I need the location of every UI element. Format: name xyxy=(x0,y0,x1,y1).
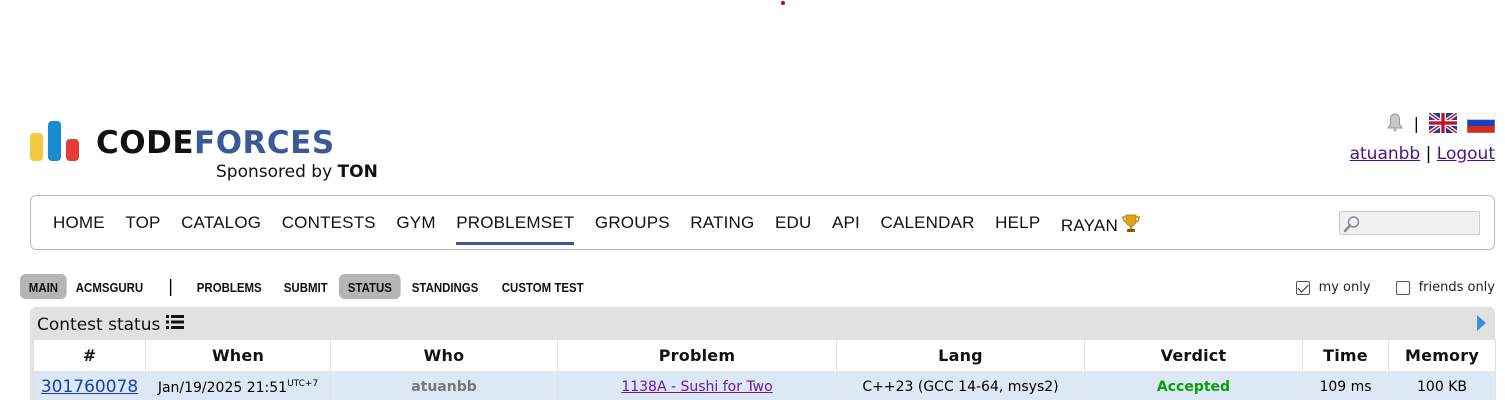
sponsored-by-text: Sponsored by xyxy=(216,162,333,182)
english-flag-icon[interactable] xyxy=(1429,113,1457,133)
submenu-separator: | xyxy=(167,276,174,297)
submenu-status[interactable]: STATUS xyxy=(339,274,401,299)
submenu-problems[interactable]: PROBLEMS xyxy=(188,274,270,299)
menu-catalog[interactable]: CATALOG xyxy=(181,213,261,238)
friends-only-filter[interactable]: friends only xyxy=(1395,280,1495,295)
sponsor-name: TON xyxy=(337,162,378,182)
menu-api[interactable]: API xyxy=(832,213,860,238)
col-verdict-header: Verdict xyxy=(1085,340,1302,371)
trophy-icon xyxy=(1121,213,1141,238)
contest-status-title: Contest status xyxy=(37,314,161,335)
red-dot xyxy=(781,1,785,5)
arrow-right-icon[interactable] xyxy=(1477,315,1486,331)
second-level-menu: MAIN ACMSGURU | PROBLEMS SUBMIT STATUS S… xyxy=(20,274,600,299)
menu-help[interactable]: HELP xyxy=(995,213,1040,238)
menu-top[interactable]: TOP xyxy=(125,213,160,238)
search-input[interactable] xyxy=(1339,211,1480,235)
col-id-header: # xyxy=(34,340,145,371)
menu-contests[interactable]: CONTESTS xyxy=(282,213,376,238)
icons-separator: | xyxy=(1413,113,1419,133)
problem-cell: 1138A - Sushi for Two xyxy=(558,372,836,400)
timezone-label: UTC+7 xyxy=(287,378,319,389)
my-only-label: my only xyxy=(1318,280,1371,295)
menu-rayan[interactable]: RAYAN xyxy=(1061,213,1141,238)
search-icon xyxy=(1343,215,1361,237)
friends-only-label: friends only xyxy=(1418,280,1495,295)
table-row: 301760078 Jan/19/2025 21:51UTC+7 atuanbb… xyxy=(34,372,1495,400)
col-lang-header: Lang xyxy=(837,340,1084,371)
codeforces-logo[interactable]: CODEFORCES Sponsored by TON xyxy=(30,121,390,183)
status-table: # When Who Problem Lang Verdict Time Mem… xyxy=(33,339,1496,400)
who-cell[interactable]: atuanbb xyxy=(331,372,557,400)
table-header-row: # When Who Problem Lang Verdict Time Mem… xyxy=(34,340,1495,371)
menu-edu[interactable]: EDU xyxy=(775,213,812,238)
col-when-header: When xyxy=(146,340,330,371)
notification-bell-icon[interactable] xyxy=(1386,113,1404,133)
time-cell: 109 ms xyxy=(1303,372,1388,400)
my-only-checkbox[interactable] xyxy=(1295,280,1310,295)
username-link[interactable]: atuanbb xyxy=(1350,144,1421,164)
submenu-custom-test[interactable]: CUSTOM TEST xyxy=(493,274,592,299)
submenu-main[interactable]: MAIN xyxy=(20,274,67,299)
sponsor-line: Sponsored by TON xyxy=(216,162,378,182)
list-icon xyxy=(166,314,185,335)
verdict-cell[interactable]: Accepted xyxy=(1085,372,1302,400)
menu-problemset[interactable]: PROBLEMSET xyxy=(456,213,575,245)
submission-id-link[interactable]: 301760078 xyxy=(41,377,138,397)
col-memory-header: Memory xyxy=(1389,340,1495,371)
memory-cell: 100 KB xyxy=(1389,372,1495,400)
menu-groups[interactable]: GROUPS xyxy=(595,213,670,238)
submenu-submit[interactable]: SUBMIT xyxy=(275,274,336,299)
friends-only-checkbox[interactable] xyxy=(1395,280,1410,295)
menu-gym[interactable]: GYM xyxy=(396,213,435,238)
submenu-standings[interactable]: STANDINGS xyxy=(403,274,487,299)
main-menu: HOME TOP CATALOG CONTESTS GYM PROBLEMSET… xyxy=(30,195,1495,250)
lang-cell: C++23 (GCC 14-64, msys2) xyxy=(837,372,1084,400)
status-filters: my only friends only xyxy=(1271,280,1495,295)
contest-status-heading: Contest status xyxy=(37,314,185,335)
menu-home[interactable]: HOME xyxy=(53,213,105,238)
col-problem-header: Problem xyxy=(558,340,836,371)
menu-rating[interactable]: RATING xyxy=(690,213,754,238)
russian-flag-icon[interactable] xyxy=(1467,113,1495,133)
links-separator: | xyxy=(1425,144,1432,164)
problem-link[interactable]: 1138A - Sushi for Two xyxy=(621,379,772,395)
when-cell: Jan/19/2025 21:51UTC+7 xyxy=(146,372,330,400)
contest-status-panel: Contest status # When Who Problem Lang V… xyxy=(30,307,1496,400)
logout-link[interactable]: Logout xyxy=(1437,144,1495,164)
submission-id-cell: 301760078 xyxy=(34,372,145,400)
menu-calendar[interactable]: CALENDAR xyxy=(880,213,974,238)
when-text: Jan/19/2025 21:51 xyxy=(157,379,288,396)
col-time-header: Time xyxy=(1303,340,1388,371)
menu-rayan-label: RAYAN xyxy=(1060,216,1118,235)
col-who-header: Who xyxy=(331,340,557,371)
submenu-acmsguru[interactable]: ACMSGURU xyxy=(67,274,152,299)
logo-bars-icon xyxy=(30,121,82,161)
top-right-panel: | atuanbb | Logout xyxy=(1350,112,1495,164)
logo-wordmark: CODEFORCES xyxy=(96,125,335,161)
my-only-filter[interactable]: my only xyxy=(1295,280,1371,295)
